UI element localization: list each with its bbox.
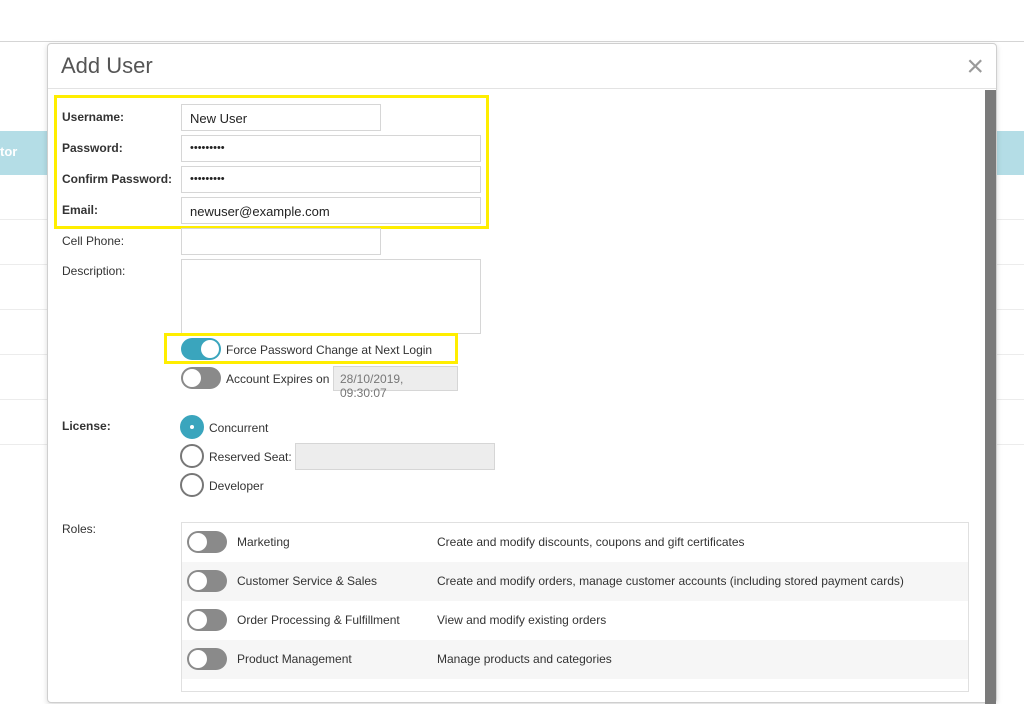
background-header-text: tor [0, 144, 18, 159]
license-developer-radio[interactable] [180, 473, 204, 497]
role-description: Create and modify discounts, coupons and… [437, 535, 745, 549]
role-row-product-management: Product Management Manage products and c… [182, 640, 968, 679]
role-name: Customer Service & Sales [237, 574, 378, 588]
role-name: Product Management [237, 652, 352, 666]
toggle-knob [183, 369, 201, 387]
account-expires-date-field[interactable]: 28/10/2019, 09:30:07 [333, 366, 458, 400]
account-expires-toggle[interactable] [181, 367, 221, 389]
role-description: Manage products and categories [437, 652, 612, 666]
dialog-header: Add User × [48, 44, 996, 89]
description-textarea[interactable] [181, 259, 481, 334]
license-reserved-seat-label: Reserved Seat: [209, 450, 292, 464]
close-icon[interactable]: × [966, 52, 984, 82]
toggle-knob [189, 533, 207, 551]
role-name: Order Processing & Fulfillment [237, 613, 400, 627]
force-password-change-label: Force Password Change at Next Login [226, 343, 433, 357]
cell-phone-input[interactable] [181, 228, 381, 255]
license-concurrent-label: Concurrent [209, 421, 269, 435]
dialog-title: Add User [61, 53, 153, 78]
role-row-marketing: Marketing Create and modify discounts, c… [182, 523, 968, 562]
role-toggle-order-processing[interactable] [187, 609, 227, 631]
license-reserved-seat-radio[interactable] [180, 444, 204, 468]
toggle-knob [189, 572, 207, 590]
force-password-change-toggle[interactable] [181, 338, 221, 360]
role-row-order-processing: Order Processing & Fulfillment View and … [182, 601, 968, 640]
role-name: Marketing [237, 535, 290, 549]
background-top-bar [0, 0, 1024, 42]
role-description: Create and modify orders, manage custome… [437, 574, 904, 588]
license-concurrent-radio[interactable] [180, 415, 204, 439]
role-toggle-product-management[interactable] [187, 648, 227, 670]
roles-label: Roles: [62, 522, 97, 536]
cell-phone-label: Cell Phone: [62, 234, 125, 248]
role-toggle-customer-service[interactable] [187, 570, 227, 592]
description-label: Description: [62, 264, 126, 278]
credentials-highlight-box [54, 95, 489, 229]
role-row-customer-service: Customer Service & Sales Create and modi… [182, 562, 968, 601]
toggle-knob [201, 340, 219, 358]
reserved-seat-field[interactable] [295, 443, 495, 470]
toggle-knob [189, 650, 207, 668]
role-toggle-marketing[interactable] [187, 531, 227, 553]
toggle-knob [189, 611, 207, 629]
role-description: View and modify existing orders [437, 613, 607, 627]
dialog-scrollbar[interactable] [985, 90, 996, 704]
license-label: License: [62, 419, 111, 433]
account-expires-label: Account Expires on [226, 372, 330, 386]
license-developer-label: Developer [209, 479, 264, 493]
roles-table: Marketing Create and modify discounts, c… [181, 522, 969, 692]
